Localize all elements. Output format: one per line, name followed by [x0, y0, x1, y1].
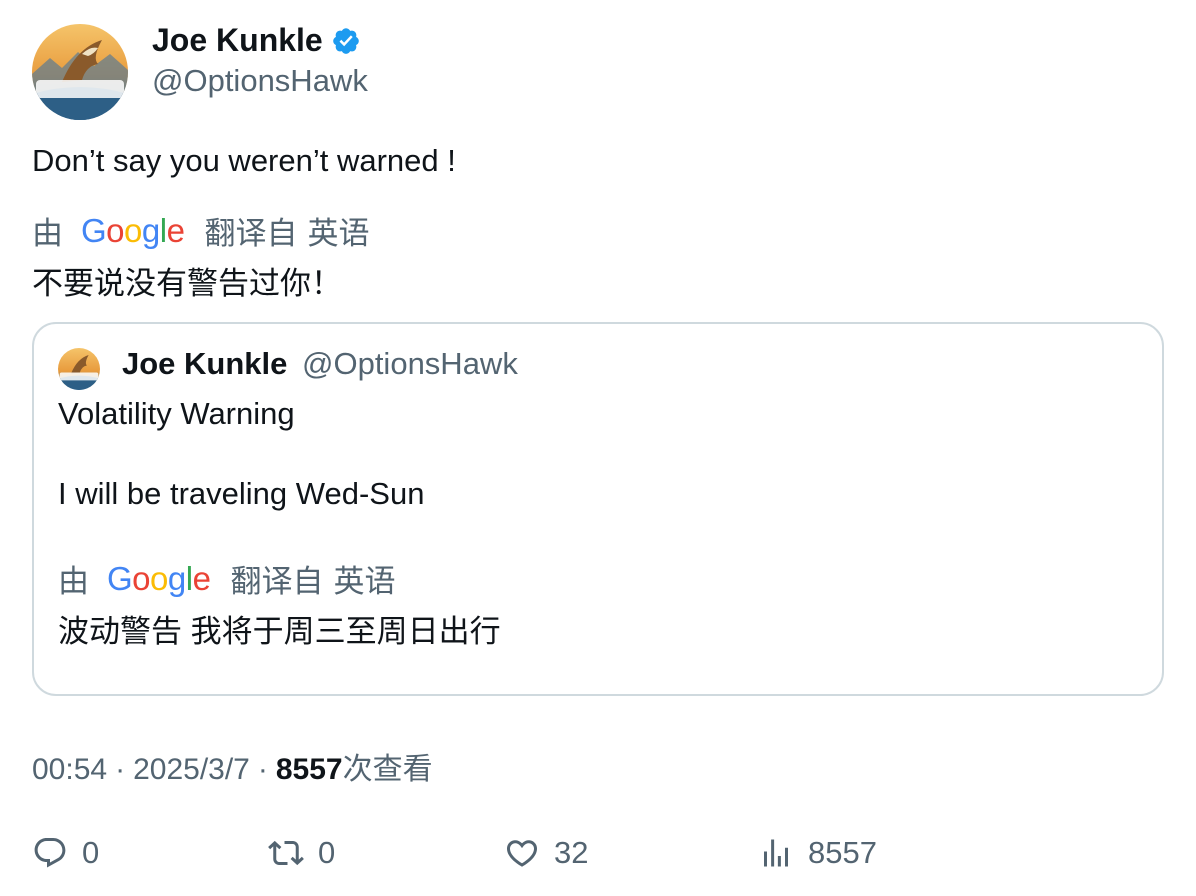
- translation-attribution: 由 Google 翻译自 英语: [32, 208, 369, 253]
- tweet-date[interactable]: 2025/3/7: [133, 753, 250, 787]
- source-language: 英语: [307, 216, 370, 251]
- translated-by-label: 由: [32, 216, 63, 251]
- meta-views-count: 8557: [275, 753, 343, 786]
- like-icon: [506, 840, 538, 867]
- quoted-translation-attribution: 由 Google 翻译自 英语: [58, 556, 395, 601]
- tweet-time[interactable]: 00:54: [32, 753, 107, 787]
- tweet-text: Don’t say you weren’t warned !: [32, 143, 456, 178]
- quoted-tweet[interactable]: Joe Kunkle @OptionsHawk Volatility Warni…: [32, 322, 1164, 696]
- views-icon: [764, 839, 788, 867]
- quoted-author-name[interactable]: Joe Kunkle: [122, 346, 287, 382]
- translated-text: 不要说没有警告过你！: [32, 266, 342, 301]
- author-name-text[interactable]: Joe Kunkle: [152, 22, 323, 59]
- retweet-count: 0: [318, 835, 336, 870]
- retweet-icon: [268, 840, 304, 866]
- verified-badge-icon: [332, 27, 359, 54]
- views-count: 8557: [808, 835, 877, 870]
- tweet-meta: 00:54 · 2025/3/7 · 8557 次查看: [32, 744, 433, 788]
- quoted-translated-by-label: 由: [58, 564, 89, 599]
- quoted-text-line-1: Volatility Warning: [58, 396, 295, 431]
- reply-count: 0: [82, 835, 100, 870]
- quoted-source-language: 英语: [333, 564, 396, 599]
- quoted-translated-from-label: 翻译自: [230, 564, 324, 599]
- quoted-author-avatar[interactable]: [58, 348, 100, 390]
- meta-separator: ·: [115, 753, 126, 786]
- views-button[interactable]: 8557: [758, 828, 877, 878]
- retweet-button[interactable]: 0: [268, 828, 335, 878]
- quoted-author-handle[interactable]: @OptionsHawk: [302, 346, 518, 382]
- author-handle[interactable]: @OptionsHawk: [152, 63, 368, 99]
- meta-views-label: 次查看: [342, 753, 433, 786]
- quoted-google-logo[interactable]: Google: [107, 560, 211, 598]
- meta-separator: ·: [257, 753, 268, 786]
- translated-from-label: 翻译自: [204, 216, 298, 251]
- quoted-translated-text: 波动警告 我将于周三至周日出行: [58, 614, 501, 649]
- author-name[interactable]: Joe Kunkle: [152, 22, 361, 59]
- like-count: 32: [554, 835, 589, 870]
- quoted-text-line-2: I will be traveling Wed-Sun: [58, 476, 425, 511]
- like-button[interactable]: 32: [504, 828, 588, 878]
- author-avatar[interactable]: [32, 24, 128, 120]
- reply-icon: [34, 838, 66, 868]
- reply-button[interactable]: 0: [32, 828, 99, 878]
- google-logo[interactable]: Google: [81, 212, 185, 250]
